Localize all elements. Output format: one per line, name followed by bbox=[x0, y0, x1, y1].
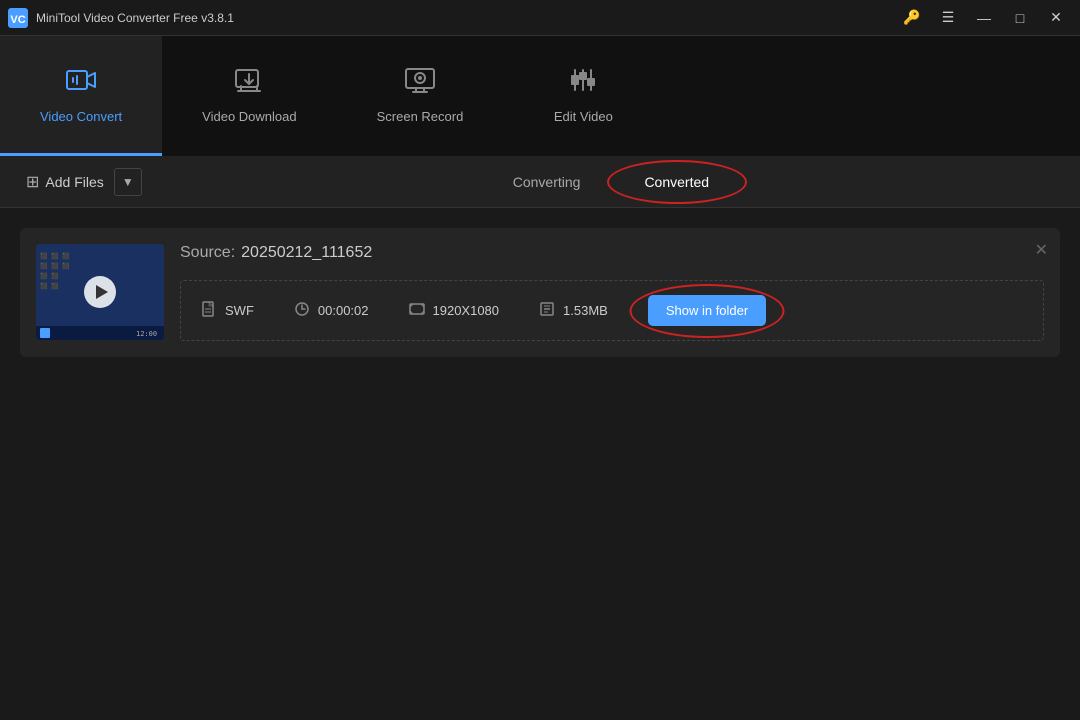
svg-text:⬛ ⬛: ⬛ ⬛ bbox=[40, 272, 59, 280]
duration-detail: 00:00:02 bbox=[294, 301, 409, 321]
svg-text:⬛ ⬛ ⬛: ⬛ ⬛ ⬛ bbox=[40, 262, 70, 270]
file-details-row: SWF 00:00:02 bbox=[180, 280, 1044, 341]
key-button[interactable]: 🔑 bbox=[896, 5, 928, 31]
minimize-button[interactable]: — bbox=[968, 5, 1000, 31]
svg-text:⬛ ⬛: ⬛ ⬛ bbox=[40, 282, 59, 290]
nav-video-convert-label: Video Convert bbox=[40, 109, 122, 124]
edit-video-icon bbox=[567, 66, 599, 101]
maximize-button[interactable]: □ bbox=[1004, 5, 1036, 31]
clock-icon bbox=[294, 301, 310, 321]
source-row: Source: 20250212_111652 bbox=[180, 244, 372, 262]
filesize-value: 1.53MB bbox=[563, 303, 608, 318]
video-convert-icon bbox=[65, 66, 97, 101]
source-label: Source: bbox=[180, 244, 235, 262]
chevron-down-icon: ▼ bbox=[122, 175, 134, 189]
nav-video-convert[interactable]: Video Convert bbox=[0, 36, 162, 156]
svg-text:12:00: 12:00 bbox=[136, 330, 157, 338]
app-title: MiniTool Video Converter Free v3.8.1 bbox=[36, 11, 234, 25]
title-bar: VC MiniTool Video Converter Free v3.8.1 … bbox=[0, 0, 1080, 36]
file-info: SWF 00:00:02 bbox=[180, 280, 1044, 341]
play-button[interactable] bbox=[84, 276, 116, 308]
video-download-icon bbox=[233, 66, 265, 101]
app-logo: VC bbox=[8, 8, 28, 28]
menu-button[interactable]: ☰ bbox=[932, 5, 964, 31]
format-detail: SWF bbox=[201, 301, 294, 321]
svg-text:⬛ ⬛ ⬛: ⬛ ⬛ ⬛ bbox=[40, 252, 70, 260]
resolution-detail: 1920X1080 bbox=[409, 301, 540, 321]
nav-screen-record-label: Screen Record bbox=[377, 109, 464, 124]
add-files-plus-icon: ⊞ bbox=[26, 172, 39, 192]
close-button[interactable]: ✕ bbox=[1040, 5, 1072, 31]
duration-value: 00:00:02 bbox=[318, 303, 369, 318]
format-value: SWF bbox=[225, 303, 254, 318]
nav-video-download[interactable]: Video Download bbox=[162, 36, 336, 156]
nav-edit-video-label: Edit Video bbox=[554, 109, 613, 124]
main-content: ✕ Source: 20250212_111652 ⬛ ⬛ ⬛ ⬛ ⬛ ⬛ ⬛ … bbox=[0, 208, 1080, 720]
svg-text:VC: VC bbox=[10, 14, 25, 26]
resolution-icon bbox=[409, 301, 425, 321]
file-card: ✕ Source: 20250212_111652 ⬛ ⬛ ⬛ ⬛ ⬛ ⬛ ⬛ … bbox=[20, 228, 1060, 357]
screen-record-icon bbox=[404, 66, 436, 101]
filesize-detail: 1.53MB bbox=[539, 301, 648, 321]
converted-tab[interactable]: Converted bbox=[612, 166, 741, 198]
format-icon bbox=[201, 301, 217, 321]
converted-tab-wrapper: Converted bbox=[612, 166, 741, 198]
toolbar: ⊞ Add Files ▼ Converting Converted bbox=[0, 156, 1080, 208]
nav-screen-record[interactable]: Screen Record bbox=[337, 36, 504, 156]
add-files-dropdown-button[interactable]: ▼ bbox=[114, 168, 142, 196]
source-name: 20250212_111652 bbox=[241, 244, 372, 262]
show-folder-wrapper: Show in folder bbox=[648, 295, 766, 326]
filesize-icon bbox=[539, 301, 555, 321]
title-bar-left: VC MiniTool Video Converter Free v3.8.1 bbox=[8, 8, 234, 28]
resolution-value: 1920X1080 bbox=[433, 303, 500, 318]
title-bar-controls: 🔑 ☰ — □ ✕ bbox=[896, 5, 1072, 31]
nav-video-download-label: Video Download bbox=[202, 109, 296, 124]
nav-bar: Video Convert Video Download Screen Reco… bbox=[0, 36, 1080, 156]
tab-group: Converting Converted bbox=[481, 166, 741, 198]
video-thumbnail[interactable]: ⬛ ⬛ ⬛ ⬛ ⬛ ⬛ ⬛ ⬛ ⬛ ⬛ 12:00 bbox=[36, 244, 164, 340]
nav-edit-video[interactable]: Edit Video bbox=[503, 36, 663, 156]
converting-tab[interactable]: Converting bbox=[481, 166, 613, 198]
add-files-label: Add Files bbox=[45, 174, 103, 190]
add-files-button[interactable]: ⊞ Add Files bbox=[16, 166, 114, 198]
show-in-folder-button[interactable]: Show in folder bbox=[648, 295, 766, 326]
file-card-close-button[interactable]: ✕ bbox=[1035, 240, 1048, 260]
converting-tab-wrapper: Converting bbox=[481, 166, 613, 198]
